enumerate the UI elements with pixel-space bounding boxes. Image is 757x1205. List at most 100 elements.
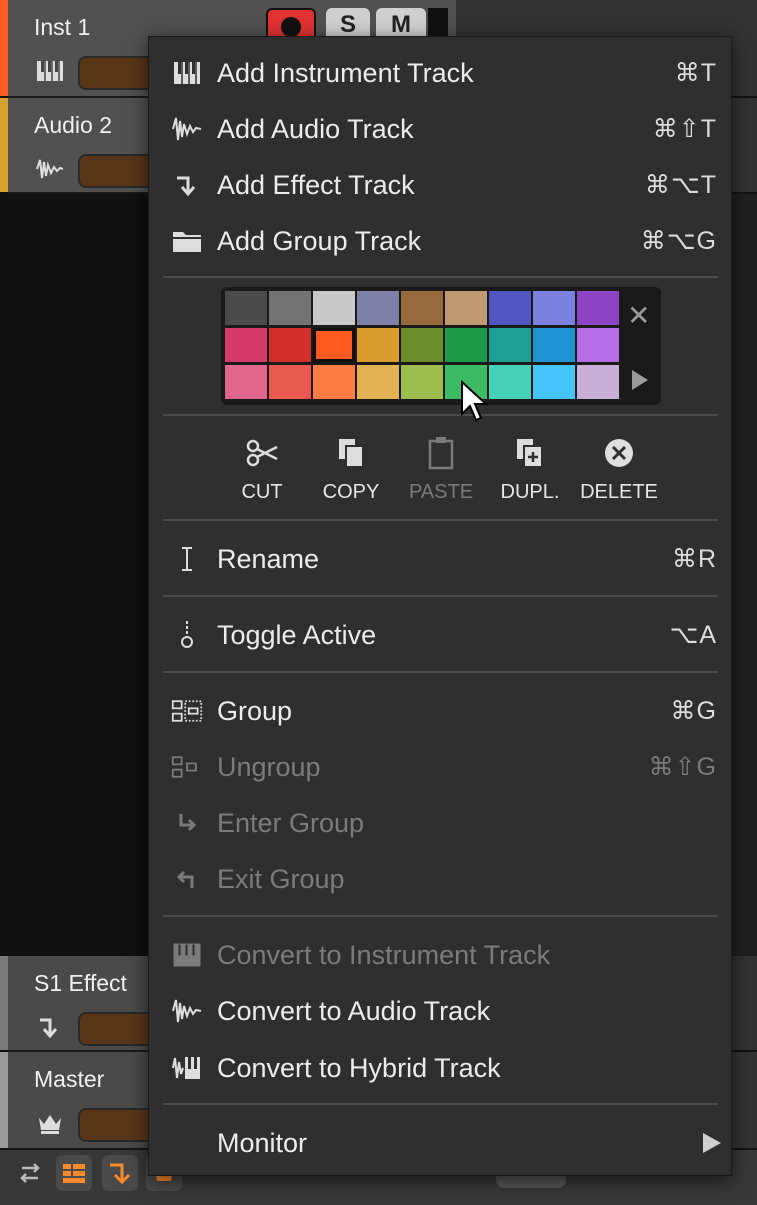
color-swatch[interactable] [489, 291, 531, 325]
menu-item-monitor[interactable]: Monitor [149, 1115, 731, 1171]
track-color-strip [0, 0, 8, 96]
track-color-strip [0, 98, 8, 192]
action-label: CUT [241, 481, 283, 503]
menu-item-label: Ungroup [217, 752, 321, 782]
color-swatch[interactable] [313, 291, 355, 325]
track-list-icon[interactable] [56, 1155, 92, 1191]
menu-separator [163, 276, 718, 278]
menu-item-add-audio-track[interactable]: Add Audio Track ⌘⇧T [149, 101, 731, 157]
scissors-icon [246, 439, 278, 467]
menu-item-toggle-active[interactable]: Toggle Active ⌥A [149, 607, 731, 663]
menu-item-label: Add Audio Track [217, 114, 414, 144]
track-color-strip [0, 1052, 8, 1148]
copy-icon [339, 439, 364, 468]
menu-item-label: Add Effect Track [217, 170, 415, 200]
crown-icon [39, 1115, 61, 1134]
color-swatch[interactable] [445, 328, 487, 362]
color-swatch[interactable] [577, 328, 619, 362]
action-label: PASTE [408, 481, 474, 503]
group-icon [171, 700, 203, 722]
menu-item-label: Convert to Hybrid Track [217, 1053, 501, 1083]
color-swatch[interactable] [269, 328, 311, 362]
menu-item-label: Add Group Track [217, 226, 422, 256]
color-swatch[interactable] [533, 291, 575, 325]
power-toggle-icon [181, 621, 193, 648]
ungroup-icon [171, 756, 197, 778]
more-colors-icon[interactable] [632, 370, 648, 390]
paste-button[interactable]: PASTE [401, 435, 481, 504]
delete-button[interactable]: DELETE [579, 435, 659, 504]
cut-button[interactable]: CUT [222, 435, 302, 504]
color-swatch[interactable] [357, 328, 399, 362]
action-label: DELETE [580, 481, 658, 503]
menu-item-label: Monitor [217, 1128, 308, 1158]
color-swatch[interactable] [533, 365, 575, 399]
menu-item-label: Group [217, 696, 293, 726]
color-swatch[interactable] [269, 291, 311, 325]
color-swatch[interactable] [225, 328, 267, 362]
hybrid-track-icon [172, 1057, 200, 1079]
color-swatch[interactable] [313, 328, 355, 362]
menu-item-shortcut: ⌘⇧T [652, 115, 717, 143]
track-context-menu: Add Instrument Track ⌘T Add Audio Track … [148, 36, 732, 1176]
effect-arrow-icon [177, 176, 196, 197]
menu-item-add-instrument-track[interactable]: Add Instrument Track ⌘T [149, 45, 731, 101]
menu-item-add-effect-track[interactable]: Add Effect Track ⌘⌥T [149, 157, 731, 213]
submenu-arrow-icon [703, 1133, 721, 1153]
effect-tracks-icon[interactable] [102, 1155, 138, 1191]
track-name[interactable]: S1 Effect [34, 970, 127, 997]
color-swatch[interactable] [357, 365, 399, 399]
menu-item-label: Rename [217, 544, 320, 574]
track-color-strip [0, 956, 8, 1050]
color-swatch[interactable] [269, 365, 311, 399]
color-swatch[interactable] [489, 328, 531, 362]
track-name[interactable]: Inst 1 [34, 14, 90, 41]
menu-item-group[interactable]: Group ⌘G [149, 683, 731, 739]
menu-item-label: Exit Group [217, 864, 345, 894]
effect-arrow-icon [40, 1018, 58, 1039]
piano-keys-icon [174, 62, 200, 84]
action-label: COPY [322, 481, 380, 503]
color-swatch[interactable] [445, 291, 487, 325]
menu-item-shortcut: ⌘R [671, 545, 717, 573]
menu-item-ungroup[interactable]: Ungroup ⌘⇧G [149, 739, 731, 795]
color-swatch[interactable] [401, 365, 443, 399]
swap-icon[interactable] [12, 1155, 48, 1191]
menu-item-convert-to-instrument-track[interactable]: Convert to Instrument Track [149, 927, 731, 983]
menu-item-label: Add Instrument Track [217, 58, 474, 88]
copy-button[interactable]: COPY [311, 435, 391, 504]
color-swatch[interactable] [577, 365, 619, 399]
track-name[interactable]: Master [34, 1066, 104, 1093]
paste-icon [428, 437, 454, 470]
menu-item-rename[interactable]: Rename ⌘R [149, 531, 731, 587]
color-swatch[interactable] [401, 291, 443, 325]
menu-item-shortcut: ⌘⌥G [640, 227, 717, 255]
color-swatch[interactable] [225, 365, 267, 399]
color-swatch[interactable] [313, 365, 355, 399]
menu-separator [163, 671, 718, 673]
menu-item-enter-group[interactable]: Enter Group [149, 795, 731, 851]
menu-item-exit-group[interactable]: Exit Group [149, 851, 731, 907]
menu-separator [163, 595, 718, 597]
duplicate-button[interactable]: DUPL. [490, 435, 570, 504]
menu-item-convert-to-hybrid-track[interactable]: Convert to Hybrid Track [149, 1040, 731, 1096]
folder-icon [173, 232, 201, 252]
color-swatch[interactable] [357, 291, 399, 325]
color-swatch[interactable] [401, 328, 443, 362]
delete-icon [605, 439, 633, 467]
menu-item-convert-to-audio-track[interactable]: Convert to Audio Track [149, 983, 731, 1039]
menu-separator [163, 915, 718, 917]
action-label: DUPL. [500, 481, 560, 503]
enter-group-icon [179, 814, 197, 832]
color-swatch[interactable] [489, 365, 531, 399]
menu-item-label: Enter Group [217, 808, 365, 838]
clear-color-icon[interactable]: ✕ [627, 299, 650, 332]
track-name[interactable]: Audio 2 [34, 112, 112, 139]
color-swatch[interactable] [225, 291, 267, 325]
color-swatch[interactable] [533, 328, 575, 362]
menu-item-shortcut: ⌘T [674, 59, 717, 87]
menu-item-label: Convert to Instrument Track [217, 940, 551, 970]
menu-item-add-group-track[interactable]: Add Group Track ⌘⌥G [149, 213, 731, 269]
color-swatch[interactable] [577, 291, 619, 325]
menu-separator [163, 1103, 718, 1105]
